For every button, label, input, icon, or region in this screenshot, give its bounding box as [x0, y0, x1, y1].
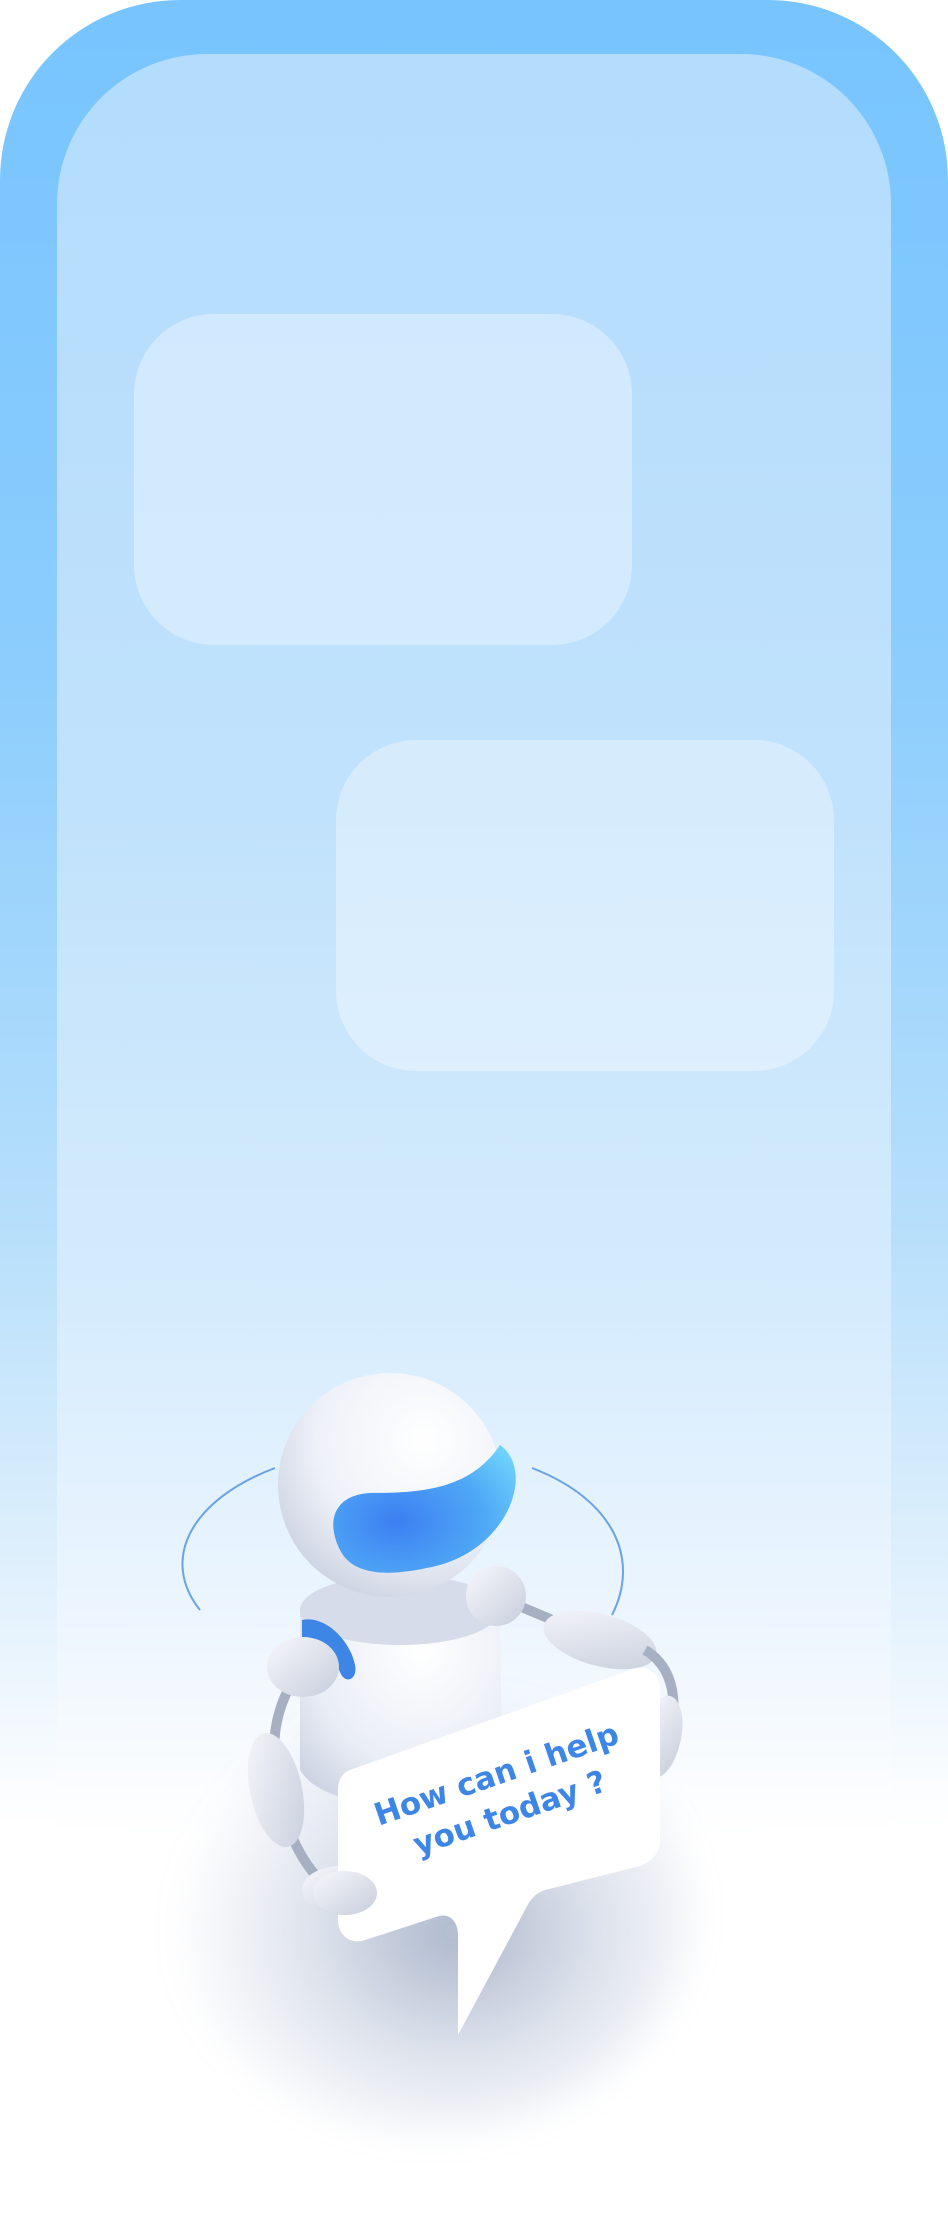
robot-mascot-icon: How can i help you today ?	[181, 1373, 683, 2035]
robot-head	[278, 1373, 516, 1597]
robot-hand	[313, 1871, 377, 1915]
robot-shoulder	[466, 1566, 526, 1626]
